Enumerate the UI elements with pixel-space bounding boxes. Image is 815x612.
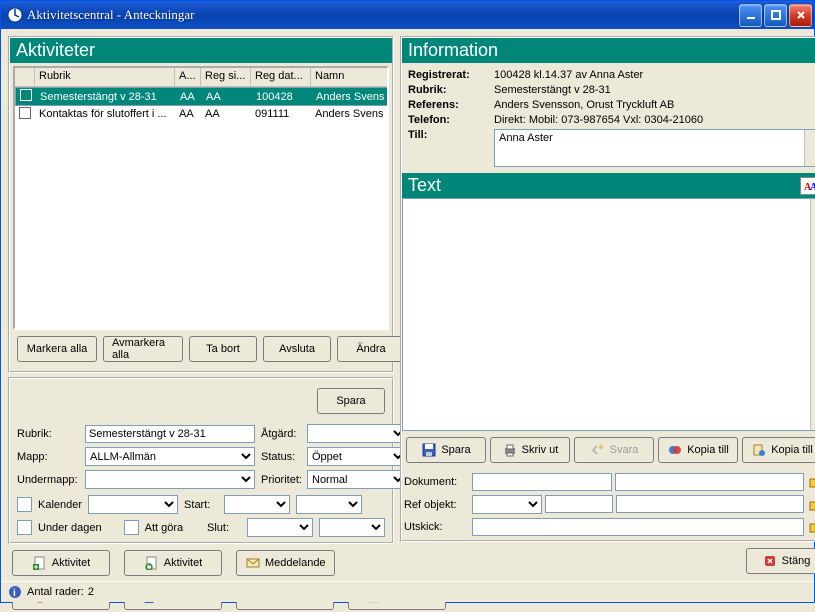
document-icon: [32, 555, 48, 571]
attgora-label: Att göra: [145, 522, 184, 534]
recurring-activity-button[interactable]: Aktivitet: [124, 550, 222, 576]
referens-value: Anders Svensson, Orust Tryckluft AB: [494, 99, 815, 111]
telefon-value: Direkt: Mobil: 073-987654 Vxl: 0304-2106…: [494, 114, 815, 126]
dokument-input-1[interactable]: [472, 473, 612, 491]
start-label: Start:: [184, 499, 218, 511]
till-field[interactable]: Anna Aster: [494, 129, 815, 167]
start-time-select[interactable]: [296, 495, 362, 514]
status-rows-label: Antal rader:: [27, 586, 84, 598]
underdag-label: Under dagen: [38, 522, 102, 534]
prio-label: Prioritet:: [261, 474, 301, 486]
table-row[interactable]: Kontaktas för slutoffert i ...AAAA091111…: [15, 106, 389, 122]
info-header: Information: [402, 38, 815, 63]
atgard-label: Åtgärd:: [261, 428, 301, 440]
kalender-label: Kalender: [38, 499, 82, 511]
undermapp-select[interactable]: [85, 470, 255, 489]
rubrik-info-value: Semesterstängt v 28-31: [494, 84, 815, 96]
minimize-button[interactable]: [739, 4, 762, 27]
recurring-icon: [144, 555, 160, 571]
slut-date-select[interactable]: [247, 518, 313, 537]
copy-to-button-1[interactable]: Kopia till: [658, 437, 738, 463]
copy-icon: [667, 442, 683, 458]
printer-icon: [502, 442, 518, 458]
envelope-icon: [245, 555, 261, 571]
message-button[interactable]: Meddelande: [236, 550, 335, 576]
reply-icon: [590, 442, 606, 458]
status-rows-value: 2: [88, 586, 94, 598]
kalender-checkbox[interactable]: [17, 497, 32, 512]
save-button[interactable]: Spara: [406, 437, 486, 463]
mark-all-button[interactable]: Markera alla: [17, 336, 97, 362]
undermapp-label: Undermapp:: [17, 474, 79, 486]
app-icon: [7, 7, 23, 23]
form-save-button[interactable]: Spara: [317, 388, 385, 414]
mapp-select[interactable]: ALLM-Allmän: [85, 447, 255, 466]
refobj-input-2[interactable]: [616, 495, 804, 513]
activities-header: Aktiviteter: [10, 38, 392, 63]
status-label: Status:: [261, 451, 301, 463]
edit-button[interactable]: Ändra: [337, 336, 405, 362]
atgard-select[interactable]: [307, 424, 407, 443]
reg-label: Registrerat:: [408, 69, 488, 81]
copy-icon: [751, 442, 767, 458]
close-button[interactable]: [789, 4, 812, 27]
text-header: Text: [408, 175, 441, 196]
attgora-checkbox[interactable]: [124, 520, 139, 535]
refobj-type-select[interactable]: [472, 495, 542, 514]
activities-columns[interactable]: Rubrik A... Reg si... Reg dat... Namn: [15, 68, 389, 87]
dokument-label: Dokument:: [404, 476, 468, 488]
finish-button[interactable]: Avsluta: [263, 336, 331, 362]
window-title: Aktivitetscentral - Anteckningar: [27, 7, 739, 23]
utskick-browse-icon[interactable]: [808, 519, 815, 535]
status-select[interactable]: Öppet: [307, 447, 407, 466]
maximize-button[interactable]: [764, 4, 787, 27]
floppy-icon: [421, 442, 437, 458]
telefon-label: Telefon:: [408, 114, 488, 126]
kalender-select[interactable]: [88, 495, 178, 514]
delete-button[interactable]: Ta bort: [189, 336, 257, 362]
unmark-all-button[interactable]: Avmarkera alla: [103, 336, 183, 362]
reply-button: Svara: [574, 437, 654, 463]
activities-list[interactable]: Rubrik A... Reg si... Reg dat... Namn Se…: [13, 66, 389, 330]
text-area[interactable]: [402, 198, 815, 431]
dokument-browse-icon[interactable]: [808, 474, 815, 490]
refobj-label: Ref objekt:: [404, 499, 468, 511]
table-row[interactable]: Semesterstängt v 28-31AAAA100428Anders S…: [15, 87, 389, 106]
rubrik-info-label: Rubrik:: [408, 84, 488, 96]
utskick-input[interactable]: [472, 518, 804, 536]
rubrik-label: Rubrik:: [17, 428, 79, 440]
font-icon[interactable]: AA: [800, 177, 815, 195]
info-icon: i: [7, 584, 23, 600]
referens-label: Referens:: [408, 99, 488, 111]
rubrik-input[interactable]: [85, 425, 255, 443]
utskick-label: Utskick:: [404, 521, 468, 533]
slut-time-select[interactable]: [319, 518, 385, 537]
refobj-browse-icon[interactable]: [808, 497, 815, 513]
close-icon: [762, 553, 778, 569]
refobj-input-1[interactable]: [545, 495, 613, 513]
reg-value: 100428 kl.14.37 av Anna Aster: [494, 69, 815, 81]
svg-text:i: i: [13, 588, 16, 599]
slut-label: Slut:: [207, 522, 241, 534]
mapp-label: Mapp:: [17, 451, 79, 463]
underdag-checkbox[interactable]: [17, 520, 32, 535]
start-date-select[interactable]: [224, 495, 290, 514]
new-activity-button[interactable]: Aktivitet: [12, 550, 110, 576]
svg-text:A: A: [810, 182, 815, 192]
print-button[interactable]: Skriv ut: [490, 437, 570, 463]
close-window-button[interactable]: Stäng: [746, 548, 815, 574]
prio-select[interactable]: Normal: [307, 470, 407, 489]
till-label: Till:: [408, 129, 488, 167]
copy-to-button-2[interactable]: Kopia till: [742, 437, 815, 463]
dokument-input-2[interactable]: [615, 473, 804, 491]
